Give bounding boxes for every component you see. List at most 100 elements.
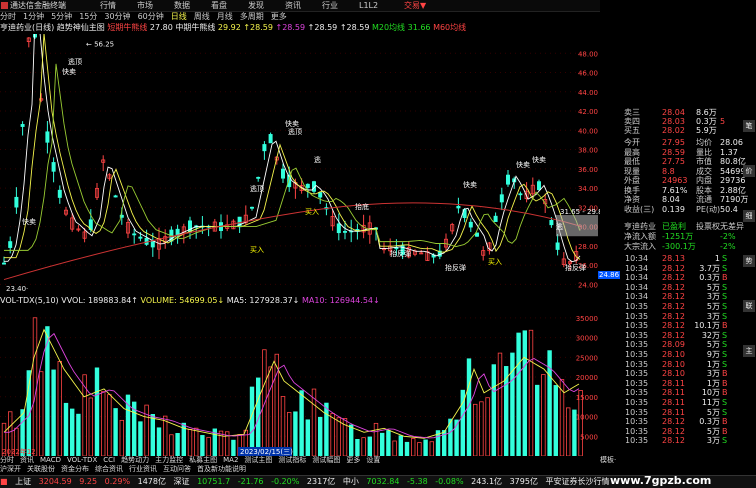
- info-tab-2[interactable]: 资金分布: [61, 465, 89, 473]
- indicator-tab-13[interactable]: 设置: [366, 456, 380, 464]
- tick-row: 10:3528.1111万S: [600, 398, 750, 407]
- quote-row[interactable]: 收益(三)0.139PE(动)50.4: [600, 205, 750, 214]
- broker-name[interactable]: 平安证券长沙行情: [545, 477, 609, 486]
- fund-row[interactable]: 大宗流入-300.1万-2%: [600, 242, 750, 251]
- indicator-tab-5[interactable]: 趋势动力: [121, 456, 149, 464]
- indicator-tab-6[interactable]: 主力监控: [155, 456, 183, 464]
- period-9[interactable]: 多周期: [240, 12, 264, 21]
- info-tab-6[interactable]: 首及新功能说明: [197, 465, 246, 473]
- menu-item-2[interactable]: 数据: [174, 1, 190, 10]
- order-book-row[interactable]: 卖四28.030.3万5: [600, 117, 750, 126]
- quote-row-cell: 收益(三): [624, 205, 654, 214]
- side-tab-1[interactable]: 价: [743, 165, 755, 177]
- menu-item-3[interactable]: 看盘: [211, 1, 227, 10]
- indicator-tab-4[interactable]: CCI: [103, 456, 115, 464]
- candle-body: [494, 216, 497, 221]
- signal-label: 快卖: [285, 119, 299, 128]
- main-indicator-name[interactable]: 趋势神仙主图: [57, 23, 105, 32]
- menu-item-0[interactable]: 行情: [100, 1, 116, 10]
- indicator-tab-9[interactable]: 测试主图: [244, 456, 272, 464]
- side-tab-3[interactable]: 势: [743, 255, 755, 267]
- indicator-tab-7[interactable]: 私募主图: [189, 456, 217, 464]
- menu-item-6[interactable]: 行业: [322, 1, 338, 10]
- indicator-tab-8[interactable]: MA2: [223, 456, 238, 464]
- m20-value: 31.66: [408, 23, 431, 32]
- indicator-tab-11[interactable]: 测试幅图: [312, 456, 340, 464]
- fund-row-cell: 已盈利: [662, 222, 686, 231]
- quote-row[interactable]: 外盘24963内盘29736: [600, 176, 750, 185]
- vol-indicator-name[interactable]: VOL-TDX(5,10): [0, 296, 59, 305]
- quote-row[interactable]: 净资8.04流通7190万: [600, 195, 750, 204]
- info-tab-1[interactable]: 关联股份: [27, 465, 55, 473]
- signal-label: 逃顶: [68, 57, 82, 66]
- order-book-row[interactable]: 卖三28.048.6万: [600, 108, 750, 117]
- volume-chart[interactable]: 35000300002500020000150001000050002023/0…: [0, 306, 600, 456]
- period-1[interactable]: 1分钟: [23, 12, 44, 21]
- quote-row[interactable]: 最低27.75市值80.8亿: [600, 157, 750, 166]
- volume-bar: [188, 429, 192, 456]
- volume-bar: [108, 395, 112, 456]
- indicator-tab-12[interactable]: 更多: [346, 456, 360, 464]
- info-tab-0[interactable]: 沪深开: [0, 465, 21, 473]
- info-tab-3[interactable]: 综合资讯: [95, 465, 123, 473]
- main-menu[interactable]: 行情 市场 数据 看盘 发现 资讯 行业 L1L2: [100, 0, 399, 11]
- volume-bar: [151, 414, 155, 456]
- period-8[interactable]: 月线: [217, 12, 233, 21]
- quote-row-cell: 内盘: [696, 176, 712, 185]
- menu-item-7[interactable]: L1L2: [359, 1, 378, 10]
- side-tab-4[interactable]: 联: [743, 300, 755, 312]
- tick-row: 10:3528.120.3万B: [600, 417, 750, 426]
- period-10[interactable]: 更多: [271, 12, 287, 21]
- candle-body: [469, 222, 472, 227]
- volume-bar: [573, 410, 577, 456]
- period-6[interactable]: 日线: [171, 12, 187, 21]
- quote-row[interactable]: 今开27.95均价28.06: [600, 138, 750, 147]
- tick-row: 10:3528.123万S: [600, 312, 750, 321]
- sh-label[interactable]: 上证: [15, 477, 31, 486]
- indicator-tab-2[interactable]: MACD: [40, 456, 61, 464]
- candle-body: [343, 231, 346, 232]
- volume-bar: [269, 367, 273, 456]
- period-7[interactable]: 周线: [194, 12, 210, 21]
- side-tab-5[interactable]: 主: [743, 345, 755, 357]
- quote-row-cell: 8.8: [662, 167, 675, 176]
- indicator-tab-0[interactable]: 分时: [0, 456, 14, 464]
- quote-row[interactable]: 最高28.59量比1.37: [600, 148, 750, 157]
- quote-row-cell: 0.139: [662, 205, 685, 214]
- side-tab-0[interactable]: 笔: [743, 120, 755, 132]
- candle-body: [337, 224, 340, 233]
- fund-row[interactable]: 亨迪药业已盈利投票权无差异: [600, 222, 750, 231]
- period-5[interactable]: 60分钟: [138, 12, 164, 21]
- menu-item-4[interactable]: 发现: [248, 1, 264, 10]
- indicator-tabs[interactable]: 分时资讯 MACD VOL-TDX CCI 趋势动力主力监控私募主图 MA2 测试主图测试指…: [0, 456, 600, 465]
- indicator-tab-10[interactable]: 测试指标: [278, 456, 306, 464]
- template-label[interactable]: 模板·: [600, 455, 616, 465]
- fund-row[interactable]: 净流入额-1251万-2%: [600, 232, 750, 241]
- sz-amount: 2317亿: [307, 477, 335, 486]
- sz-label[interactable]: 深证: [174, 477, 190, 486]
- menu-item-1[interactable]: 市场: [137, 1, 153, 10]
- quote-row[interactable]: 换手7.61%股本2.88亿: [600, 186, 750, 195]
- side-tab-strip[interactable]: 笔价细势联主: [743, 120, 756, 440]
- order-book-row[interactable]: 买五28.025.9万: [600, 126, 750, 135]
- order-book-row-cell: 卖四: [624, 117, 640, 126]
- zx-label[interactable]: 中小: [343, 477, 359, 486]
- period-3[interactable]: 15分: [79, 12, 97, 21]
- quote-row[interactable]: 现量8.8成交54699: [600, 167, 750, 176]
- side-tab-2[interactable]: 细: [743, 210, 755, 222]
- indicator-tab-3[interactable]: VOL-TDX: [67, 456, 97, 464]
- info-tabs[interactable]: 沪深开关联股份资金分布综合资讯行业资讯互动问答首及新功能说明: [0, 465, 600, 474]
- info-tab-5[interactable]: 互动问答: [163, 465, 191, 473]
- period-4[interactable]: 30分钟: [104, 12, 130, 21]
- menu-item-5[interactable]: 资讯: [285, 1, 301, 10]
- trade-menu[interactable]: 交易▼: [404, 0, 436, 11]
- period-toolbar[interactable]: 分时 1分钟 5分钟 15分 30分钟 60分钟日线周线月线多周期更多: [0, 12, 600, 22]
- info-tab-4[interactable]: 行业资讯: [129, 465, 157, 473]
- period-2[interactable]: 5分钟: [51, 12, 72, 21]
- candle-body: [52, 163, 55, 172]
- candle-body: [500, 195, 503, 202]
- quote-row-cell: 现量: [624, 167, 640, 176]
- indicator-tab-1[interactable]: 资讯: [20, 456, 34, 464]
- kline-chart[interactable]: 48.0046.0044.0042.0040.0038.0036.0034.00…: [0, 34, 600, 294]
- period-0[interactable]: 分时: [0, 12, 16, 21]
